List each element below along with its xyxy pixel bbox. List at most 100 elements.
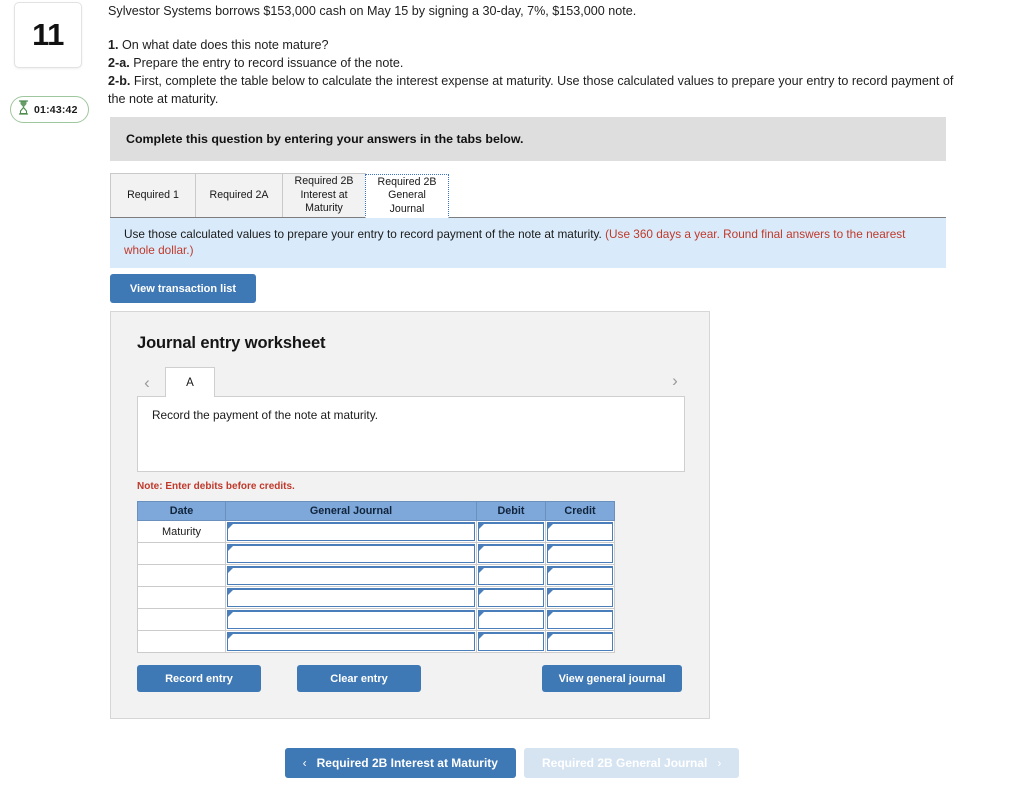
hourglass-icon (18, 99, 29, 120)
timer-value: 01:43:42 (34, 103, 78, 116)
nav-prev-button[interactable]: ‹ Required 2B Interest at Maturity (284, 748, 516, 778)
requirement-2a-label: 2-a. (108, 56, 130, 70)
prompt-lead: Sylvestor Systems borrows $153,000 cash … (108, 4, 637, 18)
prompt-requirements: 1. On what date does this note mature? 2… (108, 36, 960, 108)
credit-input[interactable] (547, 632, 613, 651)
record-entry-button[interactable]: Record entry (137, 665, 261, 692)
column-header-general-journal: General Journal (225, 501, 477, 521)
worksheet-note: Note: Enter debits before credits. (137, 481, 295, 492)
question-number-box: 11 (14, 2, 82, 68)
cell-credit[interactable] (545, 630, 615, 653)
credit-input[interactable] (547, 522, 613, 541)
debit-input[interactable] (478, 522, 544, 541)
debit-input[interactable] (478, 544, 544, 563)
cell-credit[interactable] (545, 608, 615, 631)
credit-input[interactable] (547, 544, 613, 563)
general-journal-input[interactable] (227, 588, 475, 607)
clear-entry-button[interactable]: Clear entry (297, 665, 421, 692)
timer-badge: 01:43:42 (10, 96, 89, 123)
requirement-2b-text: First, complete the table below to calcu… (108, 74, 954, 106)
table-row (137, 586, 615, 609)
cell-date[interactable] (137, 608, 226, 631)
cell-general-journal[interactable] (225, 542, 477, 565)
table-row (137, 608, 615, 631)
chevron-right-icon: › (717, 756, 722, 770)
worksheet-button-row: Record entry Clear entry View general jo… (137, 665, 682, 692)
bottom-navigation: ‹ Required 2B Interest at Maturity Requi… (0, 747, 1024, 779)
tab-required-2b-general-journal[interactable]: Required 2B General Journal (365, 174, 449, 218)
nav-next-button: Required 2B General Journal › (523, 748, 740, 778)
tab-required-1-label: Required 1 (127, 188, 179, 201)
worksheet-description-box: Record the payment of the note at maturi… (137, 396, 685, 472)
tab-required-2b-general-journal-label: Required 2B General Journal (377, 175, 437, 215)
question-number: 11 (32, 17, 64, 52)
cell-credit[interactable] (545, 520, 615, 543)
worksheet-tab-a-label: A (186, 376, 194, 389)
cell-debit[interactable] (476, 630, 546, 653)
general-journal-input[interactable] (227, 544, 475, 563)
cell-date[interactable] (137, 630, 226, 653)
table-row (137, 542, 615, 565)
credit-input[interactable] (547, 610, 613, 629)
general-journal-input[interactable] (227, 566, 475, 585)
debit-input[interactable] (478, 566, 544, 585)
worksheet-title: Journal entry worksheet (137, 334, 326, 352)
column-header-date: Date (137, 501, 226, 521)
requirement-1-label: 1. (108, 38, 119, 52)
cell-general-journal[interactable] (225, 630, 477, 653)
cell-debit[interactable] (476, 586, 546, 609)
view-general-journal-button[interactable]: View general journal (542, 665, 682, 692)
journal-entry-worksheet-panel: Journal entry worksheet ‹ A › Record the… (110, 311, 710, 719)
cell-general-journal[interactable] (225, 520, 477, 543)
left-rail: 11 01:43:42 (0, 0, 100, 806)
column-header-debit: Debit (476, 501, 546, 521)
cell-general-journal[interactable] (225, 564, 477, 587)
cell-date[interactable] (137, 586, 226, 609)
debit-input[interactable] (478, 588, 544, 607)
requirement-2b-label: 2-b. (108, 74, 131, 88)
tab-required-2b-interest-at-maturity-label: Required 2B Interest at Maturity (294, 175, 354, 215)
question-prompt: Sylvestor Systems borrows $153,000 cash … (108, 0, 960, 108)
cell-general-journal[interactable] (225, 586, 477, 609)
debit-input[interactable] (478, 632, 544, 651)
credit-input[interactable] (547, 588, 613, 607)
instruction-strip: Use those calculated values to prepare y… (110, 218, 946, 268)
requirement-2b: 2-b. First, complete the table below to … (108, 72, 960, 108)
tab-required-2b-interest-at-maturity[interactable]: Required 2B Interest at Maturity (282, 173, 366, 217)
cell-general-journal[interactable] (225, 608, 477, 631)
cell-date[interactable] (137, 564, 226, 587)
general-journal-input[interactable] (227, 610, 475, 629)
requirement-1: 1. On what date does this note mature? (108, 36, 960, 54)
table-header-row: Date General Journal Debit Credit (137, 501, 615, 521)
general-journal-input[interactable] (227, 522, 475, 541)
requirement-1-text: On what date does this note mature? (118, 38, 329, 52)
nav-next-label: Required 2B General Journal (541, 756, 708, 770)
cell-date[interactable]: Maturity (137, 520, 226, 543)
main-content: Sylvestor Systems borrows $153,000 cash … (108, 0, 1024, 806)
table-row (137, 630, 615, 653)
credit-input[interactable] (547, 566, 613, 585)
general-journal-input[interactable] (227, 632, 475, 651)
instruction-text: Use those calculated values to prepare y… (124, 227, 606, 241)
tab-required-1[interactable]: Required 1 (110, 173, 196, 217)
table-row: Maturity (137, 520, 615, 543)
cell-credit[interactable] (545, 586, 615, 609)
tab-required-2a-label: Required 2A (209, 188, 269, 201)
tab-required-2a[interactable]: Required 2A (195, 173, 283, 217)
cell-credit[interactable] (545, 564, 615, 587)
worksheet-tab-a[interactable]: A (165, 367, 215, 397)
cell-credit[interactable] (545, 542, 615, 565)
chevron-left-icon[interactable]: ‹ (137, 374, 157, 391)
cell-debit[interactable] (476, 520, 546, 543)
cell-debit[interactable] (476, 608, 546, 631)
chevron-left-icon: ‹ (302, 756, 307, 770)
cell-date[interactable] (137, 542, 226, 565)
requirement-tabs: Required 1 Required 2A Required 2B Inter… (110, 172, 946, 218)
requirement-2a-text: Prepare the entry to record issuance of … (129, 56, 404, 70)
chevron-right-icon[interactable]: › (665, 372, 685, 389)
requirement-2a: 2-a. Prepare the entry to record issuanc… (108, 54, 960, 72)
debit-input[interactable] (478, 610, 544, 629)
cell-debit[interactable] (476, 542, 546, 565)
view-transaction-list-button[interactable]: View transaction list (110, 274, 256, 303)
cell-debit[interactable] (476, 564, 546, 587)
